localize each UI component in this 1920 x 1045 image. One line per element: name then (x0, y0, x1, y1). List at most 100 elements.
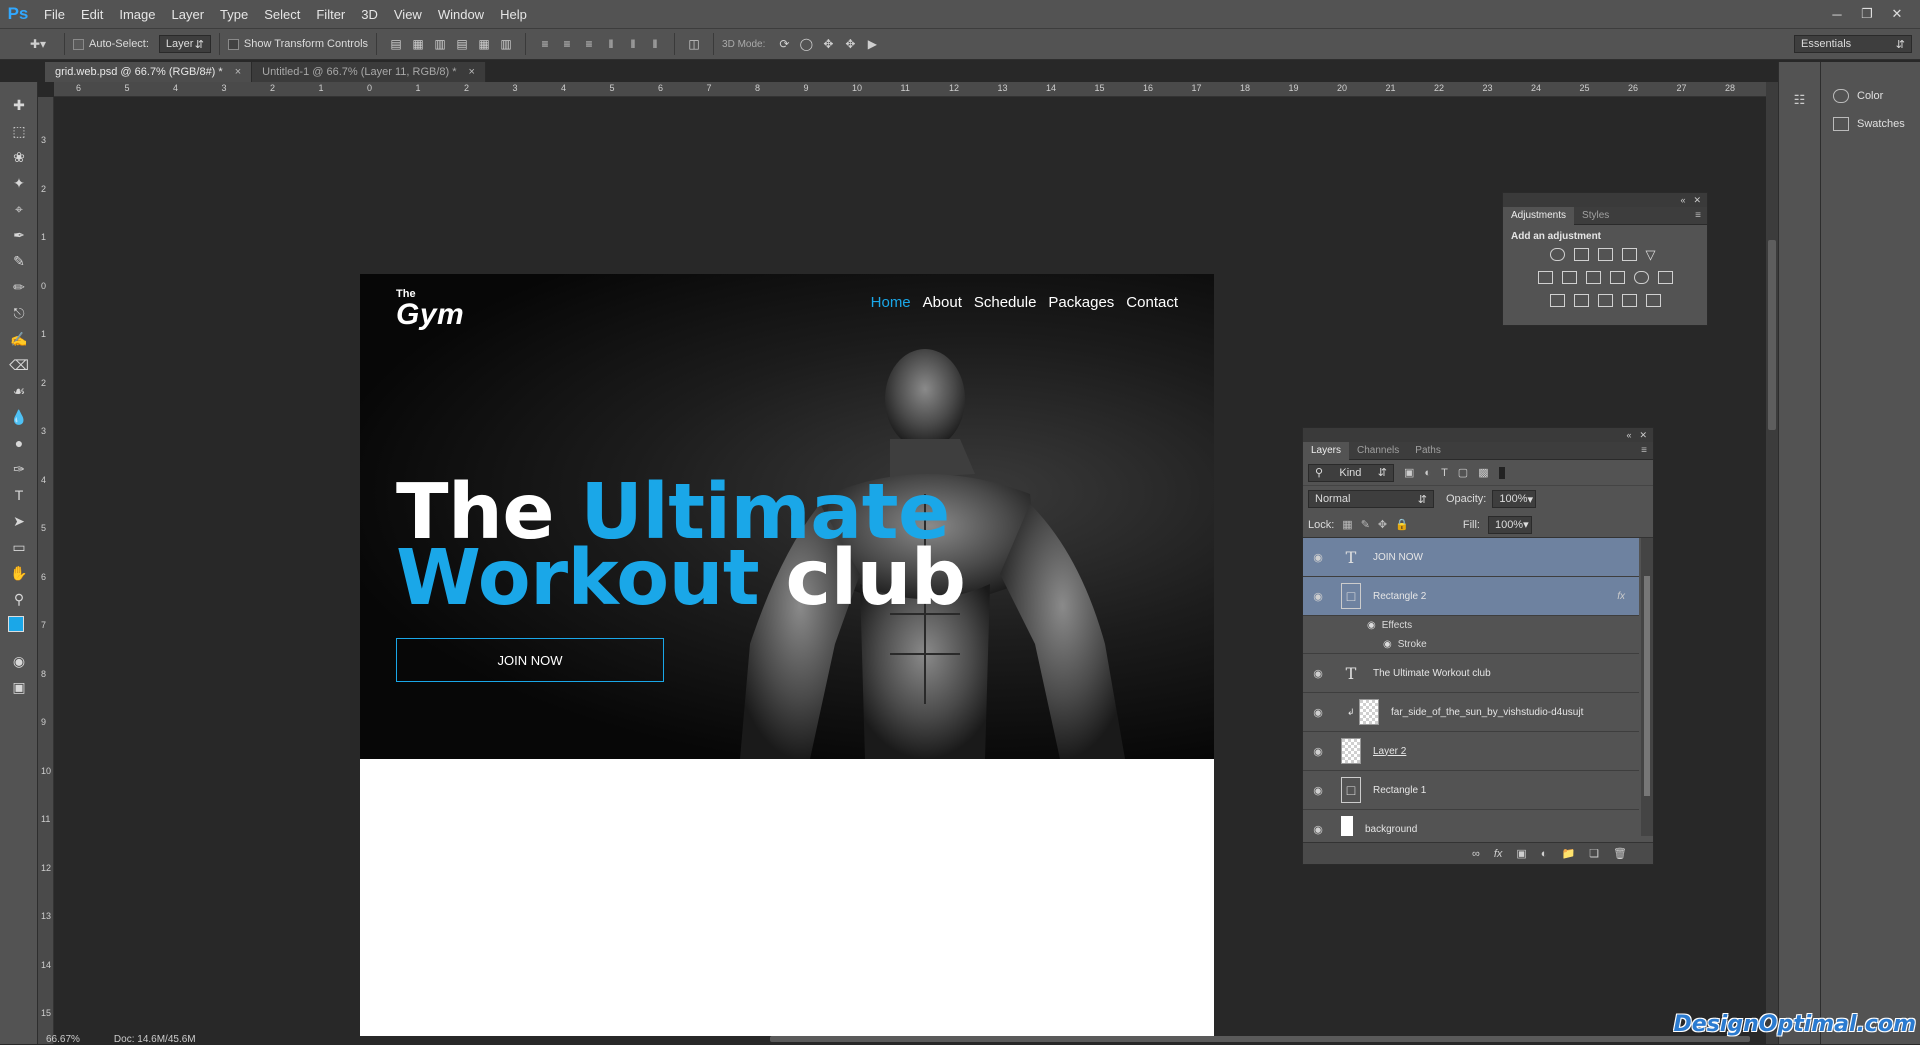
3d-scale-icon[interactable]: ▶ (861, 33, 883, 55)
exposure-icon[interactable] (1621, 248, 1637, 261)
color-panel-button[interactable]: Color (1821, 82, 1920, 110)
lock-pixels-icon[interactable]: ✎ (1361, 518, 1370, 531)
menu-layer[interactable]: Layer (164, 7, 213, 22)
history-brush-icon[interactable]: ✍ (0, 326, 38, 352)
history-icon[interactable]: ☷ (1779, 86, 1820, 114)
pen-tool-icon[interactable]: ✑ (0, 456, 38, 482)
lock-position-icon[interactable]: ✥ (1378, 518, 1387, 531)
close-tab-icon[interactable]: × (469, 66, 475, 78)
screen-mode-icon[interactable]: ▣ (0, 674, 38, 700)
filter-adjustment-icon[interactable]: ◐ (1424, 467, 1431, 479)
layer-effects-row[interactable]: ◉ Effects (1303, 616, 1639, 635)
path-selection-icon[interactable]: ➤ (0, 508, 38, 534)
nav-home[interactable]: Home (871, 294, 911, 311)
move-tool-preset-icon[interactable]: ✚▾ (20, 33, 56, 55)
layer-layer-2[interactable]: ◉ Layer 2 (1303, 732, 1639, 771)
close-tab-icon[interactable]: × (235, 66, 241, 78)
layer-photo[interactable]: ◉ ↲ far_side_of_the_sun_by_vishstudio-d4… (1303, 693, 1639, 732)
gym-logo[interactable]: The Gym (396, 288, 464, 330)
show-transform-checkbox[interactable] (227, 38, 239, 50)
filter-toggle[interactable] (1498, 466, 1505, 479)
add-style-icon[interactable]: fx (1494, 848, 1503, 860)
tab-channels[interactable]: Channels (1349, 442, 1407, 460)
fill-field[interactable]: 100% ▾ (1487, 515, 1532, 534)
collapse-icon[interactable]: « (1680, 195, 1685, 205)
zoom-level[interactable]: 66.67% (46, 1034, 80, 1045)
join-now-button[interactable]: JOIN NOW (396, 638, 664, 682)
type-tool-icon[interactable]: T (0, 482, 38, 508)
minimize-icon[interactable]: ─ (1822, 4, 1852, 24)
menu-filter[interactable]: Filter (308, 7, 353, 22)
eyedropper-icon[interactable]: ✒ (0, 222, 38, 248)
layer-background[interactable]: ◉ background (1303, 810, 1639, 836)
nav-contact[interactable]: Contact (1126, 294, 1178, 311)
marquee-tool-icon[interactable]: ⬚ (0, 118, 38, 144)
add-mask-icon[interactable]: ▣ (1516, 847, 1526, 860)
auto-align-icon[interactable]: ◫ (683, 33, 705, 55)
clone-stamp-icon[interactable]: ⎋ (0, 300, 38, 326)
filter-type-icon[interactable]: T (1441, 467, 1448, 479)
filter-shape-icon[interactable]: ▢ (1458, 466, 1468, 479)
align-hcenter-icon[interactable]: ▦ (473, 33, 495, 55)
close-icon[interactable]: ✕ (1693, 195, 1701, 206)
black-white-icon[interactable] (1585, 271, 1601, 284)
auto-select-dropdown[interactable]: Layer ⇵ (158, 35, 211, 53)
3d-orbit-icon[interactable]: ⟳ (773, 33, 795, 55)
tab-untitled-1[interactable]: Untitled-1 @ 66.7% (Layer 11, RGB/8) * × (252, 62, 486, 82)
distribute-left-icon[interactable]: ‖ (600, 33, 622, 55)
visibility-eye-icon[interactable]: ◉ (1303, 784, 1333, 797)
menu-file[interactable]: File (36, 7, 73, 22)
menu-window[interactable]: Window (430, 7, 492, 22)
quick-mask-icon[interactable]: ◉ (0, 648, 38, 674)
document-canvas[interactable]: The Gym Home About Schedule Packages Con… (360, 274, 1214, 1036)
new-group-icon[interactable]: 📁 (1561, 847, 1575, 860)
photo-filter-icon[interactable] (1609, 271, 1625, 284)
lock-transparent-icon[interactable]: ▦ (1342, 518, 1352, 531)
trash-icon[interactable]: 🗑 (1613, 847, 1627, 860)
link-layers-icon[interactable]: ∞ (1472, 848, 1480, 860)
layer-join-now[interactable]: ◉ T JOIN NOW (1303, 538, 1639, 577)
close-window-icon[interactable]: ✕ (1882, 4, 1912, 24)
fx-icon[interactable]: fx (1617, 591, 1625, 602)
layer-stroke-row[interactable]: ◉ Stroke (1303, 635, 1639, 654)
visibility-eye-icon[interactable]: ◉ (1383, 639, 1392, 650)
visibility-eye-icon[interactable]: ◉ (1303, 706, 1333, 719)
blur-tool-icon[interactable]: 💧 (0, 404, 38, 430)
distribute-bottom-icon[interactable]: ≡ (578, 33, 600, 55)
filter-kind-dropdown[interactable]: ⚲ Kind ⇵ (1308, 463, 1394, 482)
3d-slide-icon[interactable]: ✥ (839, 33, 861, 55)
3d-pan-icon[interactable]: ✥ (817, 33, 839, 55)
align-top-icon[interactable]: ▤ (385, 33, 407, 55)
visibility-eye-icon[interactable]: ◉ (1303, 667, 1333, 680)
align-right-icon[interactable]: ▥ (495, 33, 517, 55)
menu-view[interactable]: View (386, 7, 430, 22)
tab-adjustments[interactable]: Adjustments (1503, 206, 1575, 225)
align-left-icon[interactable]: ▤ (451, 33, 473, 55)
panel-menu-icon[interactable]: ≡ (1695, 210, 1701, 221)
scrollbar-thumb[interactable] (1768, 240, 1776, 430)
brightness-icon[interactable] (1549, 248, 1565, 261)
nav-schedule[interactable]: Schedule (974, 294, 1037, 311)
channel-mixer-icon[interactable] (1633, 271, 1649, 284)
color-balance-icon[interactable] (1561, 271, 1577, 284)
blend-mode-dropdown[interactable]: Normal ⇵ (1308, 490, 1434, 508)
3d-roll-icon[interactable]: ◯ (795, 33, 817, 55)
layer-headline-text[interactable]: ◉ T The Ultimate Workout club (1303, 654, 1639, 693)
posterize-icon[interactable] (1573, 294, 1589, 307)
visibility-eye-icon[interactable]: ◉ (1367, 620, 1376, 631)
curves-icon[interactable] (1597, 248, 1613, 261)
close-icon[interactable]: ✕ (1639, 430, 1647, 441)
distribute-right-icon[interactable]: ‖ (644, 33, 666, 55)
filter-smart-object-icon[interactable]: ▩ (1478, 466, 1488, 479)
tab-grid-web[interactable]: grid.web.psd @ 66.7% (RGB/8#) * × (45, 62, 253, 82)
tab-paths[interactable]: Paths (1407, 442, 1449, 460)
tab-layers[interactable]: Layers (1303, 441, 1350, 460)
tab-styles[interactable]: Styles (1574, 207, 1617, 225)
lock-all-icon[interactable]: 🔒 (1395, 518, 1409, 531)
auto-select-checkbox[interactable] (73, 38, 84, 50)
collapse-icon[interactable]: « (1626, 430, 1631, 440)
distribute-top-icon[interactable]: ≡ (534, 33, 556, 55)
scrollbar-thumb[interactable] (1644, 576, 1650, 796)
swatches-panel-button[interactable]: Swatches (1821, 110, 1920, 138)
align-vcenter-icon[interactable]: ▦ (407, 33, 429, 55)
